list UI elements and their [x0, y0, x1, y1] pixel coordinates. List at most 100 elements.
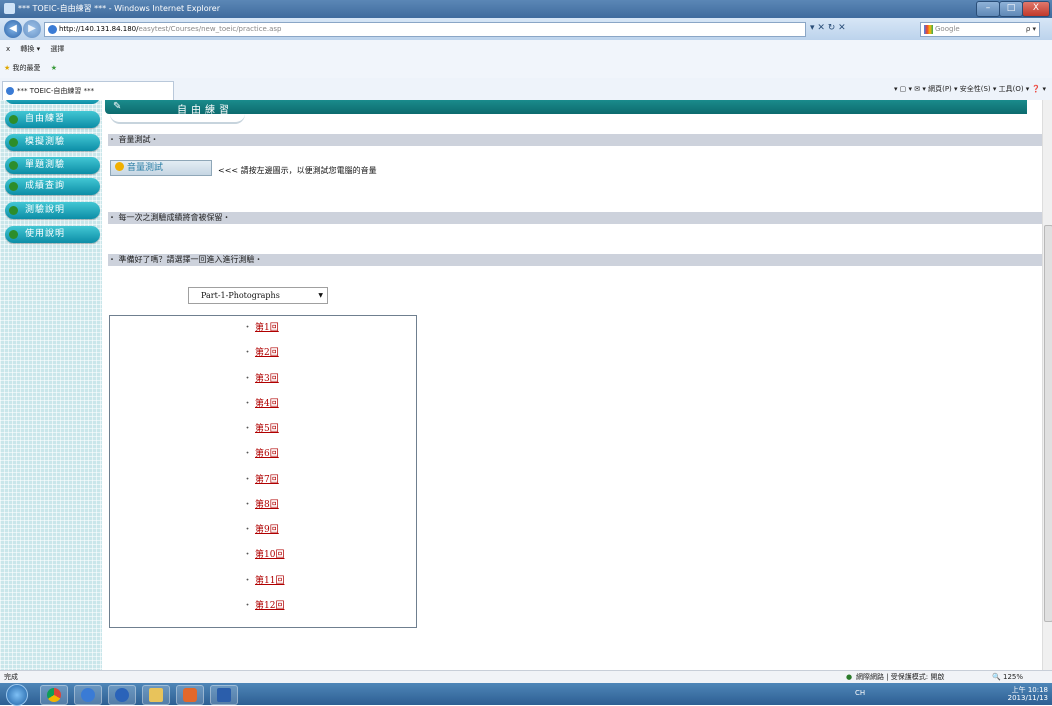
sidebar-item-label: 模擬測驗: [25, 137, 66, 147]
bullet-icon: ・: [243, 348, 253, 358]
bullet-icon: ・: [243, 399, 253, 409]
bullet-icon: ・: [243, 374, 253, 384]
favorites-label[interactable]: 我的最愛: [13, 64, 41, 72]
page-content: 自由練習 模擬測驗 單題測驗 成績查詢 測驗說明 使用說明 ✎ 自由練習 ・ 音…: [0, 100, 1042, 670]
round-list: ・第1回 ・第2回 ・第3回 ・第4回 ・第5回 ・第6回 ・第7回 ・第8回 …: [109, 315, 417, 628]
sidebar-item-free-practice[interactable]: 自由練習: [5, 111, 100, 128]
translate-menu[interactable]: 轉換 ▾: [20, 45, 40, 53]
round-link[interactable]: ・第5回: [243, 421, 279, 434]
start-button[interactable]: [6, 684, 28, 706]
status-bar: 完成 ● 網際網路 | 受保護模式: 開啟 🔍 125%: [0, 670, 1052, 684]
address-tools[interactable]: ▾ ✕ ↻ ✕: [810, 22, 910, 35]
sidebar-item-mock-test[interactable]: 模擬測驗: [5, 134, 100, 151]
volume-hint: <<< 請按左邊圖示，以便測試您電腦的音量: [218, 166, 377, 175]
pencil-icon: ✎: [113, 101, 122, 112]
folder-taskbar-button[interactable]: [142, 685, 170, 705]
volume-test-button[interactable]: 音量測試: [110, 160, 212, 176]
round-link[interactable]: ・第9回: [243, 522, 279, 535]
address-bar: ◀ ▶ http://140.131.84.180/easytest/Cours…: [0, 18, 1052, 40]
maximize-button[interactable]: □: [999, 1, 1023, 17]
chrome-icon: [47, 688, 61, 702]
part-select[interactable]: Part-1-Photographs ▼: [188, 287, 328, 304]
tray-lang[interactable]: CH: [855, 689, 865, 697]
favorites-bar: ★ 我的最愛 ★: [0, 58, 1052, 79]
bullet-icon: ・: [243, 449, 253, 459]
bullet-icon: ・: [243, 550, 253, 560]
round-link[interactable]: ・第11回: [243, 573, 284, 586]
tab-current[interactable]: *** TOEIC-自由練習 ***: [2, 81, 174, 100]
speaker-icon: [115, 162, 124, 171]
volume-test-label: 音量測試: [127, 163, 164, 173]
url-input[interactable]: http://140.131.84.180/easytest/Courses/n…: [44, 22, 806, 37]
ie-icon: [81, 688, 95, 702]
sidebar-item-scores[interactable]: 成績查詢: [5, 178, 100, 195]
star-icon[interactable]: ★: [4, 64, 10, 72]
bullet-icon: ・: [243, 601, 253, 611]
section-volume: ・ 音量測試・: [108, 134, 1042, 146]
bullet-icon: [9, 161, 18, 170]
bullet-icon: ・: [243, 500, 253, 510]
bullet-icon: ・: [243, 576, 253, 586]
search-icon[interactable]: ρ ▾: [1026, 23, 1036, 36]
forward-button[interactable]: ▶: [23, 20, 41, 38]
clock-date: 2013/11/13: [1007, 694, 1048, 702]
sidebar-item-help[interactable]: 使用說明: [5, 226, 100, 243]
round-link[interactable]: ・第10回: [243, 547, 284, 560]
menu-bar: x 轉換 ▾ 選擇: [0, 40, 1052, 59]
vertical-scrollbar[interactable]: [1042, 100, 1052, 670]
bullet-icon: [9, 182, 18, 191]
search-input[interactable]: Google ρ ▾: [920, 22, 1040, 37]
url-host: http://140.131.84.180/: [59, 25, 139, 33]
page-icon: [48, 25, 57, 34]
taskbar: CH 上午 10:18 2013/11/13: [0, 683, 1052, 706]
bullet-icon: [9, 115, 18, 124]
sidebar-top-button[interactable]: [5, 100, 100, 104]
sidebar-item-label: 自由練習: [25, 114, 66, 124]
command-bar[interactable]: ▾ ▢ ▾ ✉ ▾ 網頁(P) ▾ 安全性(S) ▾ 工具(O) ▾ ❓ ▾: [894, 82, 1046, 96]
sidebar-item-label: 測驗說明: [25, 205, 66, 215]
ie-taskbar-button[interactable]: [74, 685, 102, 705]
select-menu[interactable]: 選擇: [50, 45, 64, 53]
minimize-button[interactable]: –: [976, 1, 1000, 17]
close-button[interactable]: X: [1022, 1, 1050, 17]
google-icon: [924, 25, 933, 34]
header-decoration: [110, 114, 245, 124]
chrome-taskbar-button[interactable]: [40, 685, 68, 705]
round-link[interactable]: ・第8回: [243, 497, 279, 510]
round-link[interactable]: ・第2回: [243, 345, 279, 358]
sidebar-item-label: 成績查詢: [25, 181, 66, 191]
part-select-value: Part-1-Photographs: [201, 291, 280, 300]
back-button[interactable]: ◀: [4, 20, 22, 38]
toolbar-close-icon[interactable]: x: [6, 45, 10, 53]
section-ready: ・ 準備好了嗎？請選擇一回進入進行測驗・: [108, 254, 1042, 266]
round-link[interactable]: ・第7回: [243, 472, 279, 485]
add-favorite-icon[interactable]: ★: [51, 64, 57, 72]
sidebar-item-test-info[interactable]: 測驗說明: [5, 202, 100, 219]
window-titlebar: *** TOEIC-自由練習 *** - Windows Internet Ex…: [0, 0, 1052, 18]
round-link[interactable]: ・第4回: [243, 396, 279, 409]
media-taskbar-button[interactable]: [108, 685, 136, 705]
round-link[interactable]: ・第12回: [243, 598, 284, 611]
sidebar-item-label: 單題測驗: [25, 160, 66, 170]
bullet-icon: ・: [243, 475, 253, 485]
bullet-icon: ・: [243, 525, 253, 535]
clock[interactable]: 上午 10:18 2013/11/13: [1008, 686, 1048, 702]
sidebar-item-single-test[interactable]: 單題測驗: [5, 157, 100, 174]
bullet-icon: [9, 138, 18, 147]
word-taskbar-button[interactable]: [210, 685, 238, 705]
url-path: easytest/Courses/new_toeic/practice.asp: [138, 25, 282, 33]
bullet-icon: [9, 230, 18, 239]
player-taskbar-button[interactable]: [176, 685, 204, 705]
media-icon: [115, 688, 129, 702]
ie-icon: [4, 3, 15, 14]
tab-title: *** TOEIC-自由練習 ***: [17, 87, 95, 95]
round-link[interactable]: ・第3回: [243, 371, 279, 384]
round-link[interactable]: ・第1回: [243, 320, 279, 333]
word-icon: [217, 688, 231, 702]
scrollbar-thumb[interactable]: [1044, 225, 1052, 622]
bullet-icon: ・: [243, 424, 253, 434]
window-title: *** TOEIC-自由練習 *** - Windows Internet Ex…: [18, 4, 220, 13]
search-placeholder: Google: [935, 25, 960, 33]
sidebar-item-label: 使用說明: [25, 229, 66, 239]
round-link[interactable]: ・第6回: [243, 446, 279, 459]
